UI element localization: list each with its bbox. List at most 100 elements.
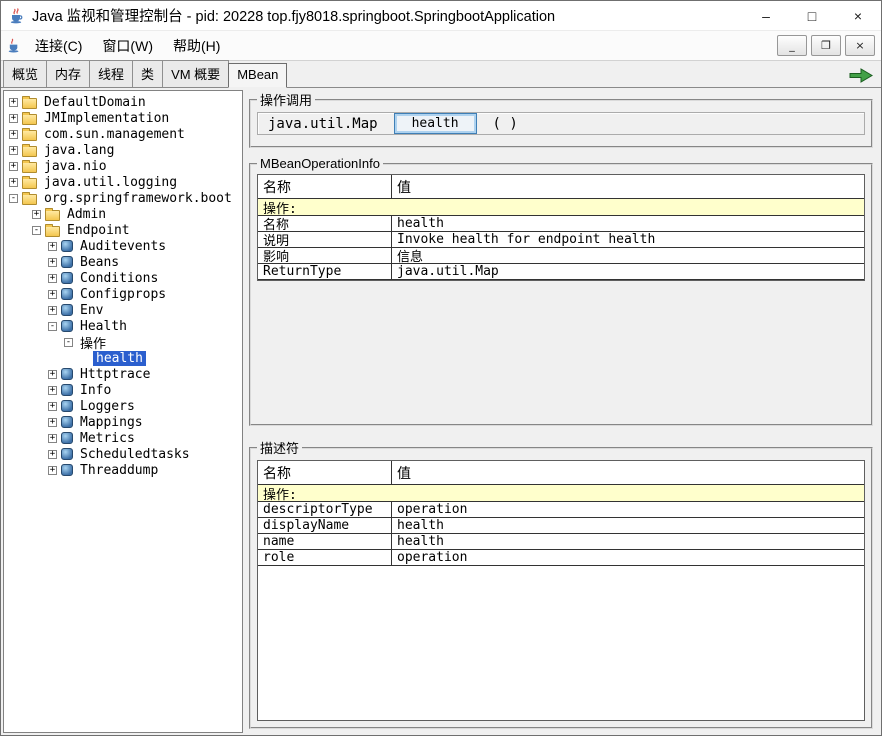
table-row[interactable]: namehealth xyxy=(258,534,864,550)
tab-overview[interactable]: 概览 xyxy=(3,60,47,87)
tree-item-label: Httptrace xyxy=(77,367,153,382)
tree-item-java-util-logging[interactable]: +java.util.logging xyxy=(4,174,242,190)
tree-item-label: Admin xyxy=(64,207,109,222)
tree-item-springframework-boot[interactable]: -org.springframework.boot xyxy=(4,190,242,206)
tree-item-label: Env xyxy=(77,303,106,318)
expander-icon[interactable]: + xyxy=(32,210,41,219)
expander-icon[interactable]: - xyxy=(9,194,18,203)
window-title: Java 监视和管理控制台 - pid: 20228 top.fjy8018.s… xyxy=(32,5,555,26)
table-row[interactable]: 名称health xyxy=(258,216,864,232)
cell-name: 说明 xyxy=(258,232,392,247)
table-row[interactable]: 说明Invoke health for endpoint health xyxy=(258,232,864,248)
cell-value: java.util.Map xyxy=(392,264,864,279)
tree-item-loggers[interactable]: +Loggers xyxy=(4,398,242,414)
tree-item-com-sun-management[interactable]: +com.sun.management xyxy=(4,126,242,142)
expander-icon[interactable]: + xyxy=(48,386,57,395)
tree-item-defaultdomain[interactable]: +DefaultDomain xyxy=(4,94,242,110)
table-section-row[interactable]: 操作: xyxy=(258,199,864,216)
frame-restore-button[interactable]: ❐ xyxy=(811,35,841,56)
mbean-tree: +DefaultDomain +JMImplementation +com.su… xyxy=(3,90,243,733)
tree-item-scheduledtasks[interactable]: + Scheduledtasks xyxy=(4,446,242,462)
tree-item-label: Scheduledtasks xyxy=(77,447,193,462)
menu-help[interactable]: 帮助(H) xyxy=(164,32,229,60)
tree-item-conditions[interactable]: +Conditions xyxy=(4,270,242,286)
tab-classes[interactable]: 类 xyxy=(132,60,163,87)
tree-item-label: Mappings xyxy=(77,415,146,430)
column-header-value: 值 xyxy=(392,175,864,198)
operation-invoke-button[interactable]: health xyxy=(394,113,477,134)
expander-icon[interactable]: + xyxy=(9,146,18,155)
tree-item-env[interactable]: + Env xyxy=(4,302,242,318)
tab-threads[interactable]: 线程 xyxy=(89,60,133,87)
mbean-icon xyxy=(61,256,73,268)
table-section-row[interactable]: 操作: xyxy=(258,485,864,502)
table-row[interactable]: roleoperation xyxy=(258,550,864,566)
frame-minimize-button[interactable]: _ xyxy=(777,35,807,56)
tree-item-health[interactable]: -Health xyxy=(4,318,242,334)
expander-icon[interactable]: + xyxy=(48,274,57,283)
expander-icon[interactable]: + xyxy=(48,258,57,267)
expander-icon[interactable]: + xyxy=(48,370,57,379)
main-content: +DefaultDomain +JMImplementation +com.su… xyxy=(1,88,881,735)
tab-vm-summary[interactable]: VM 概要 xyxy=(162,60,229,87)
expander-icon[interactable]: - xyxy=(48,322,57,331)
expander-icon[interactable]: + xyxy=(9,98,18,107)
tree-item-mappings[interactable]: + Mappings xyxy=(4,414,242,430)
table-row[interactable]: displayNamehealth xyxy=(258,518,864,534)
expander-icon[interactable]: - xyxy=(64,338,73,347)
tree-item-threaddump[interactable]: +Threaddump xyxy=(4,462,242,478)
tree-item-beans[interactable]: +Beans xyxy=(4,254,242,270)
menu-window[interactable]: 窗口(W) xyxy=(93,32,162,60)
tree-item-jmimplementation[interactable]: +JMImplementation xyxy=(4,110,242,126)
window-minimize-button[interactable]: – xyxy=(743,1,789,30)
tab-memory[interactable]: 内存 xyxy=(46,60,90,87)
mbean-icon xyxy=(61,416,73,428)
expander-icon[interactable]: + xyxy=(48,306,57,315)
table-row[interactable]: 影响信息 xyxy=(258,248,864,264)
tree-item-label: Configprops xyxy=(77,287,169,302)
java-app-icon xyxy=(9,8,25,24)
jconsole-window: Java 监视和管理控制台 - pid: 20228 top.fjy8018.s… xyxy=(0,0,882,736)
expander-icon[interactable]: - xyxy=(32,226,41,235)
expander-icon[interactable]: + xyxy=(9,162,18,171)
tree-item-operations[interactable]: -操作 xyxy=(4,334,242,350)
window-controls: – □ × xyxy=(743,1,881,30)
mbean-icon xyxy=(61,384,73,396)
expander-icon[interactable]: + xyxy=(9,178,18,187)
table-row[interactable]: ReturnTypejava.util.Map xyxy=(258,264,864,280)
frame-close-button[interactable]: × xyxy=(845,35,875,56)
expander-icon[interactable]: + xyxy=(48,242,57,251)
tree-item-health-operation[interactable]: health xyxy=(4,350,242,366)
tab-bar: 概览 内存 线程 类 VM 概要 MBean xyxy=(1,61,881,88)
expander-icon[interactable]: + xyxy=(48,290,57,299)
tree-item-admin[interactable]: + Admin xyxy=(4,206,242,222)
cell-value: operation xyxy=(392,550,864,565)
expander-icon[interactable]: + xyxy=(48,418,57,427)
tree-item-httptrace[interactable]: + Httptrace xyxy=(4,366,242,382)
table-row[interactable]: descriptorTypeoperation xyxy=(258,502,864,518)
tree-item-info[interactable]: + Info xyxy=(4,382,242,398)
window-close-button[interactable]: × xyxy=(835,1,881,30)
expander-icon[interactable]: + xyxy=(48,450,57,459)
tree-item-metrics[interactable]: +Metrics xyxy=(4,430,242,446)
tree-item-label: Info xyxy=(77,383,114,398)
operation-row: java.util.Map health ( ) xyxy=(257,112,865,135)
tree-item-configprops[interactable]: + Configprops xyxy=(4,286,242,302)
expander-icon[interactable]: + xyxy=(9,130,18,139)
expander-icon[interactable]: + xyxy=(9,114,18,123)
tree-item-label: Endpoint xyxy=(64,223,133,238)
tree-item-java-lang[interactable]: +java.lang xyxy=(4,142,242,158)
tab-mbean[interactable]: MBean xyxy=(228,63,287,88)
mbean-operation-info-table: 名称 值 操作: 名称health 说明Invoke health for en… xyxy=(257,174,865,281)
window-maximize-button[interactable]: □ xyxy=(789,1,835,30)
tree-item-auditevents[interactable]: + Auditevents xyxy=(4,238,242,254)
folder-open-icon xyxy=(22,194,37,205)
expander-icon[interactable]: + xyxy=(48,466,57,475)
menu-connection[interactable]: 连接(C) xyxy=(26,32,91,60)
tree-item-endpoint[interactable]: - Endpoint xyxy=(4,222,242,238)
tree-item-label: Auditevents xyxy=(77,239,169,254)
operation-invocation-box: 操作调用 java.util.Map health ( ) xyxy=(249,90,873,148)
tree-item-java-nio[interactable]: +java.nio xyxy=(4,158,242,174)
expander-icon[interactable]: + xyxy=(48,434,57,443)
expander-icon[interactable]: + xyxy=(48,402,57,411)
